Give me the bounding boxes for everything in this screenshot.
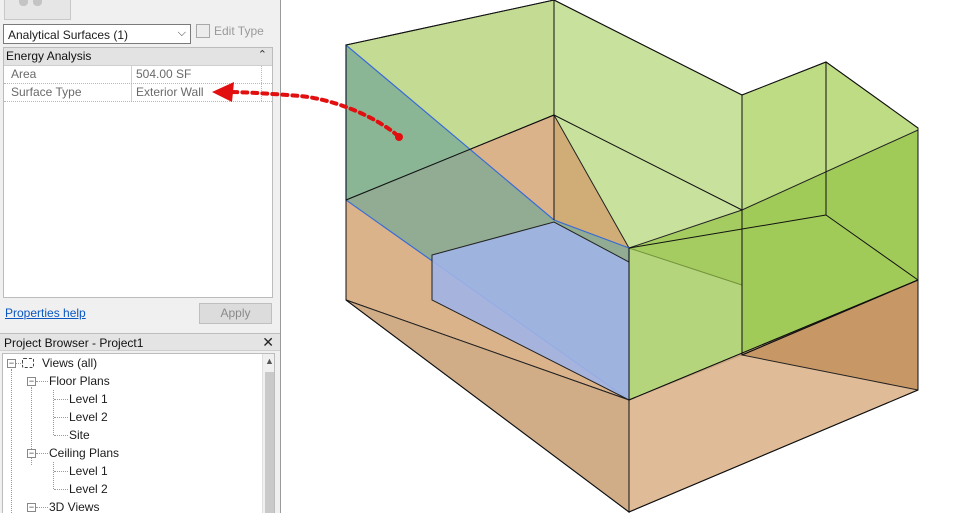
group-header-label: Energy Analysis bbox=[6, 49, 92, 63]
project-browser-header: Project Browser - Project1 ✕ bbox=[0, 333, 280, 351]
edit-type-label: Edit Type bbox=[214, 24, 264, 38]
project-browser-tree: − Views (all) − Floor Plans Level 1 Leve… bbox=[2, 353, 275, 513]
property-row-area: Area 504.00 SF bbox=[4, 66, 272, 84]
collapse-3d-views-icon[interactable]: − bbox=[27, 503, 36, 512]
property-name: Surface Type bbox=[4, 84, 132, 101]
properties-grid: Energy Analysis ⌃ Area 504.00 SF Surface… bbox=[3, 47, 273, 298]
collapse-icon[interactable]: ⌃ bbox=[258, 48, 267, 61]
edit-type-button[interactable]: Edit Type bbox=[196, 24, 264, 44]
tree-node-floor-level-2[interactable]: Level 2 bbox=[69, 408, 108, 426]
analytical-model-drawing bbox=[345, 0, 919, 513]
project-browser-scrollbar[interactable]: ▲ bbox=[262, 354, 274, 513]
tree-node-floor-level-1[interactable]: Level 1 bbox=[69, 390, 108, 408]
edit-type-icon bbox=[196, 24, 210, 38]
close-icon[interactable]: ✕ bbox=[262, 334, 274, 351]
property-name: Area bbox=[4, 66, 132, 83]
group-header-energy-analysis[interactable]: Energy Analysis ⌃ bbox=[4, 48, 272, 66]
apply-button[interactable]: Apply bbox=[199, 303, 272, 324]
property-value[interactable]: 504.00 SF bbox=[134, 66, 262, 83]
tree-node-site[interactable]: Site bbox=[69, 426, 90, 444]
views-icon bbox=[22, 358, 34, 368]
tree-node-3d-views[interactable]: 3D Views bbox=[49, 498, 99, 513]
property-value[interactable]: Exterior Wall bbox=[134, 84, 262, 101]
collapse-ceiling-plans-icon[interactable]: − bbox=[27, 449, 36, 458]
scrollbar-thumb[interactable] bbox=[265, 372, 274, 513]
tree-node-ceiling-level-2[interactable]: Level 2 bbox=[69, 480, 108, 498]
tree-node-ceiling-level-1[interactable]: Level 1 bbox=[69, 462, 108, 480]
property-row-surface-type: Surface Type Exterior Wall bbox=[4, 84, 272, 102]
type-selector-dropdown[interactable]: Analytical Surfaces (1) ⌵ bbox=[3, 24, 191, 44]
tree-node-views-all[interactable]: Views (all) bbox=[22, 354, 97, 372]
collapse-views-icon[interactable]: − bbox=[7, 359, 16, 368]
project-browser-title: Project Browser - Project1 bbox=[4, 336, 144, 350]
tree-node-ceiling-plans[interactable]: Ceiling Plans bbox=[49, 444, 119, 462]
collapse-floor-plans-icon[interactable]: − bbox=[27, 377, 36, 386]
tree-node-floor-plans[interactable]: Floor Plans bbox=[49, 372, 110, 390]
type-preview-icon bbox=[4, 0, 71, 20]
properties-help-link[interactable]: Properties help bbox=[5, 306, 86, 320]
scroll-up-icon[interactable]: ▲ bbox=[265, 356, 274, 366]
3d-viewport[interactable] bbox=[282, 0, 978, 513]
properties-panel: Analytical Surfaces (1) ⌵ Edit Type Ener… bbox=[0, 0, 281, 513]
chevron-down-icon: ⌵ bbox=[177, 27, 186, 39]
type-selector-value: Analytical Surfaces (1) bbox=[8, 28, 129, 42]
